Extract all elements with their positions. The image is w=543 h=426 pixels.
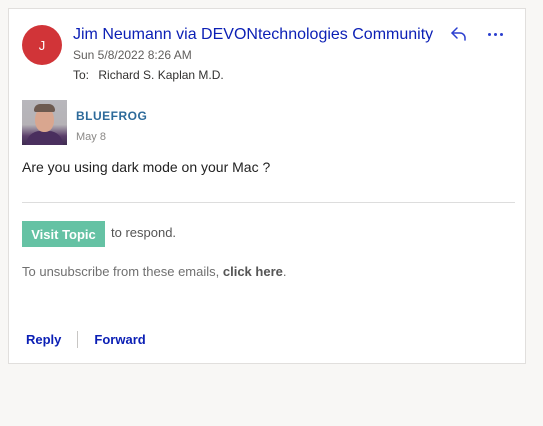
reply-button[interactable]: Reply (26, 332, 61, 347)
email-date: Sun 5/8/2022 8:26 AM (73, 48, 192, 62)
divider (22, 202, 515, 203)
message-actions: Reply Forward (26, 330, 146, 348)
unsubscribe-link[interactable]: click here (223, 264, 283, 279)
to-label: To: (73, 68, 90, 82)
forward-button[interactable]: Forward (94, 332, 145, 347)
poster-avatar (22, 100, 67, 145)
action-separator (77, 330, 79, 348)
sender-avatar[interactable]: J (22, 25, 62, 65)
unsubscribe-prefix: To unsubscribe from these emails, (22, 264, 223, 279)
unsubscribe-text: To unsubscribe from these emails, click … (22, 264, 287, 279)
recipient-line: To: Richard S. Kaplan M.D. (73, 68, 224, 82)
recipient-name[interactable]: Richard S. Kaplan M.D. (98, 68, 223, 82)
respond-text: to respond. (111, 225, 177, 240)
more-options-icon[interactable] (484, 23, 506, 45)
post-date: May 8 (76, 131, 106, 143)
sender-name[interactable]: Jim Neumann via DEVONtechnologies Commun… (73, 26, 433, 44)
unsubscribe-suffix: . (282, 264, 287, 279)
visit-topic-button[interactable]: Visit Topic (22, 221, 105, 247)
avatar-initial: J (38, 37, 46, 53)
post-message: Are you using dark mode on your Mac ? (22, 159, 271, 175)
email-message-card: J Jim Neumann via DEVONtechnologies Comm… (8, 8, 526, 364)
reply-icon[interactable] (448, 23, 470, 45)
poster-username[interactable]: BLUEFROG (76, 109, 147, 123)
